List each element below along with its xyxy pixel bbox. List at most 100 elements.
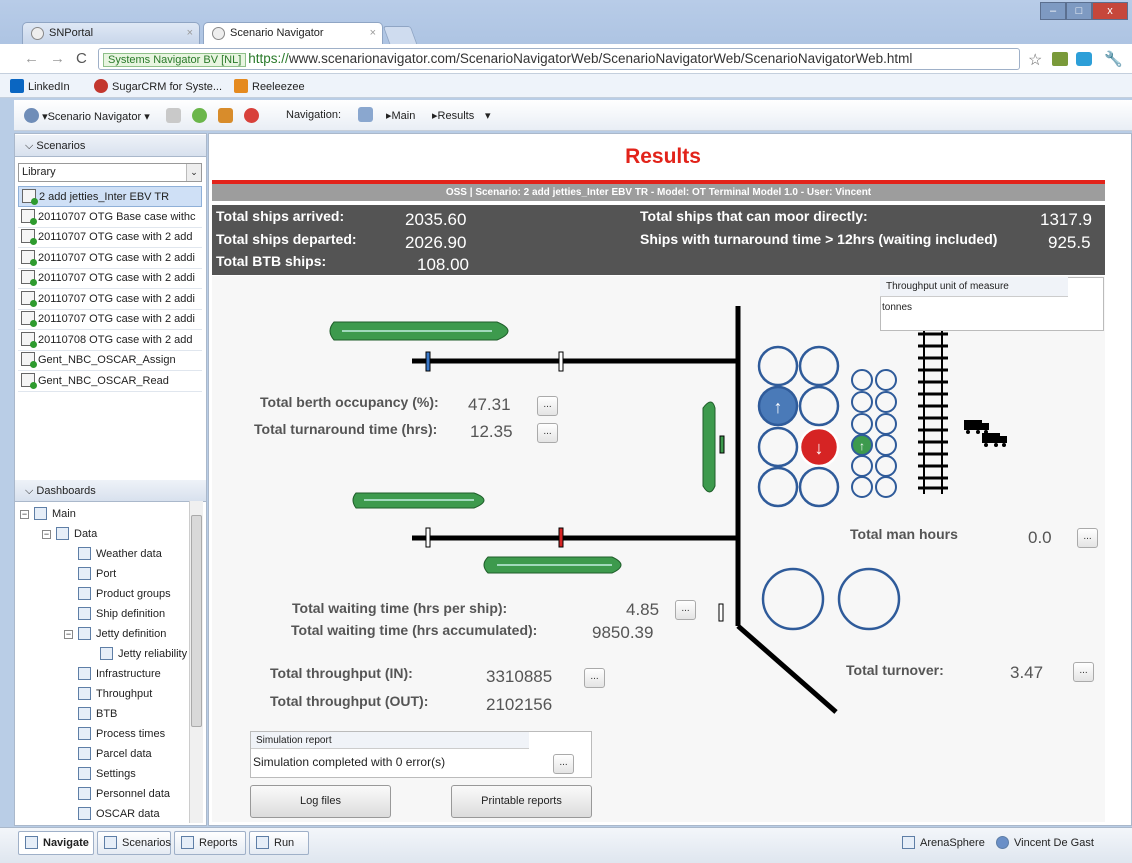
throughput-details-button[interactable]: ... bbox=[584, 668, 605, 688]
tree-item[interactable]: Port bbox=[20, 564, 188, 584]
scrollbar[interactable] bbox=[189, 501, 203, 823]
globe-icon bbox=[212, 27, 225, 40]
berth-occupancy-value: 47.31 bbox=[468, 395, 511, 414]
tab-scenarios[interactable]: Scenarios bbox=[97, 831, 171, 855]
crumb-results[interactable]: ▸Results bbox=[432, 109, 474, 122]
tree-item[interactable]: Throughput bbox=[20, 684, 188, 704]
scenarios-header[interactable]: ⌵ Scenarios bbox=[15, 135, 206, 157]
tree-item[interactable]: Ship definition bbox=[20, 604, 188, 624]
tree-item[interactable]: − Main bbox=[20, 504, 188, 524]
reeleezee-icon bbox=[234, 79, 248, 93]
printable-reports-button[interactable]: Printable reports bbox=[451, 785, 592, 818]
turnaround-details-button[interactable]: ... bbox=[537, 423, 558, 443]
library-select[interactable]: Library ⌄ bbox=[18, 163, 202, 182]
turnaround-value: 12.35 bbox=[470, 422, 513, 441]
close-icon[interactable]: × bbox=[187, 27, 193, 39]
waiting-ship-details-button[interactable]: ... bbox=[675, 600, 696, 620]
users-icon[interactable] bbox=[218, 108, 233, 123]
moor-directly-value: 1317.9 bbox=[1040, 210, 1092, 229]
btb-ships-value: 108.00 bbox=[417, 255, 469, 274]
scenario-icon bbox=[21, 208, 37, 225]
tree-label: Data bbox=[74, 528, 98, 540]
crumb-dropdown[interactable]: ▾ bbox=[485, 109, 491, 122]
tree-item[interactable]: BTB bbox=[20, 704, 188, 724]
address-bar[interactable]: Systems Navigator BV [NL] https://www.sce… bbox=[98, 48, 1020, 70]
turnover-value: 3.47 bbox=[1010, 663, 1044, 682]
tree-item[interactable]: Infrastructure bbox=[20, 664, 188, 684]
scenario-list-item[interactable]: 20110707 OTG case with 2 addi bbox=[18, 309, 202, 330]
dashboards-header[interactable]: ⌵ Dashboards bbox=[15, 480, 206, 502]
tree-item[interactable]: Process times bbox=[20, 724, 188, 744]
quay-diagonal bbox=[736, 624, 838, 714]
tree-item[interactable]: Weather data bbox=[20, 544, 188, 564]
tree-item[interactable]: Parcel data bbox=[20, 744, 188, 764]
minimize-button[interactable]: – bbox=[1040, 2, 1066, 20]
tab-snportal[interactable]: SNPortal × bbox=[22, 22, 200, 44]
extension-icon[interactable] bbox=[1052, 52, 1068, 66]
turnover-details-button[interactable]: ... bbox=[1073, 662, 1094, 682]
collapse-icon[interactable]: − bbox=[64, 630, 73, 639]
collapse-icon[interactable]: − bbox=[20, 510, 29, 519]
tree-item[interactable]: Settings bbox=[20, 764, 188, 784]
skype-icon[interactable] bbox=[1076, 52, 1092, 66]
throughput-in-value: 3310885 bbox=[486, 667, 553, 686]
scenario-list-item[interactable]: 20110707 OTG case with 2 addi bbox=[18, 248, 202, 269]
scenario-icon bbox=[21, 229, 37, 245]
tree-item[interactable]: − Jetty definition bbox=[20, 624, 188, 644]
tree-label: Throughput bbox=[96, 688, 153, 700]
close-icon[interactable]: × bbox=[370, 27, 376, 39]
scenario-list-item[interactable]: 20110707 OTG Base case withc bbox=[18, 207, 202, 228]
tank-group-storage bbox=[761, 567, 901, 631]
scenario-list-item[interactable]: 20110707 OTG case with 2 addi bbox=[18, 289, 202, 310]
bookmark-reeleezee[interactable]: Reeleezee bbox=[234, 79, 305, 93]
scenario-list-item[interactable]: 20110707 OTG case with 2 add bbox=[18, 227, 202, 248]
home-icon[interactable] bbox=[358, 107, 373, 122]
scenario-list-item[interactable]: Gent_NBC_OSCAR_Assign bbox=[18, 350, 202, 371]
tree-item[interactable]: − Data bbox=[20, 524, 188, 544]
folder-icon[interactable] bbox=[166, 108, 181, 123]
back-icon[interactable]: ← bbox=[24, 50, 39, 67]
star-icon[interactable]: ☆ bbox=[1028, 50, 1042, 70]
scenario-list-item[interactable]: 20110708 OTG case with 2 add bbox=[18, 330, 202, 351]
scenario-label: Gent_NBC_OSCAR_Read bbox=[38, 374, 169, 387]
tree-item[interactable]: Personnel data bbox=[20, 784, 188, 804]
scenario-list-item[interactable]: 20110707 OTG case with 2 addi bbox=[18, 268, 202, 289]
scenario-list-item[interactable]: 2 add jetties_Inter EBV TR bbox=[18, 186, 202, 207]
reload-icon[interactable]: C bbox=[76, 50, 87, 67]
tab-run[interactable]: Run bbox=[249, 831, 309, 855]
berth-occupancy-details-button[interactable]: ... bbox=[537, 396, 558, 416]
bookmark-linkedin[interactable]: LinkedIn bbox=[10, 79, 70, 93]
dashboard-icon bbox=[78, 767, 91, 780]
tree-item[interactable]: Jetty reliability bbox=[20, 644, 188, 664]
tab-reports[interactable]: Reports bbox=[174, 831, 246, 855]
scenario-icon bbox=[21, 270, 37, 286]
dashboard-icon bbox=[34, 507, 47, 520]
tab-navigate[interactable]: Navigate bbox=[18, 831, 94, 855]
simulation-report-text: Simulation completed with 0 error(s) bbox=[253, 755, 446, 769]
scenario-icon bbox=[21, 290, 37, 307]
bookmark-label: SugarCRM for Syste... bbox=[112, 81, 223, 93]
scenario-navigator-menu[interactable]: ▾Scenario Navigator ▾ bbox=[24, 108, 150, 123]
scenario-list-item[interactable]: Gent_NBC_OSCAR_Read bbox=[18, 371, 202, 392]
tree-item[interactable]: Product groups bbox=[20, 584, 188, 604]
scenario-icon bbox=[21, 352, 37, 368]
reports-icon bbox=[181, 836, 194, 849]
bookmark-sugarcrm[interactable]: SugarCRM for Syste... bbox=[94, 79, 222, 93]
crumb-main[interactable]: ▸Main bbox=[386, 109, 415, 122]
wrench-icon[interactable]: 🔧 bbox=[1104, 50, 1123, 68]
simulation-report-button[interactable]: ... bbox=[553, 754, 574, 774]
help-icon[interactable] bbox=[244, 108, 259, 123]
maximize-button[interactable]: □ bbox=[1066, 2, 1092, 20]
throughput-uom-header: Throughput unit of measure bbox=[880, 277, 1068, 297]
forward-icon[interactable]: → bbox=[50, 50, 65, 67]
man-hours-details-button[interactable]: ... bbox=[1077, 528, 1098, 548]
collapse-icon[interactable]: − bbox=[42, 530, 51, 539]
throughput-uom-value[interactable]: tonnes bbox=[882, 302, 912, 313]
user-status[interactable]: Vincent De Gast bbox=[996, 836, 1094, 849]
log-files-button[interactable]: Log files bbox=[250, 785, 391, 818]
turnover-label: Total turnover: bbox=[846, 662, 944, 678]
refresh-icon[interactable] bbox=[192, 108, 207, 123]
close-window-button[interactable]: x bbox=[1092, 2, 1128, 20]
tree-item[interactable]: OSCAR data bbox=[20, 804, 188, 824]
tab-scenario-navigator[interactable]: Scenario Navigator × bbox=[203, 22, 383, 44]
